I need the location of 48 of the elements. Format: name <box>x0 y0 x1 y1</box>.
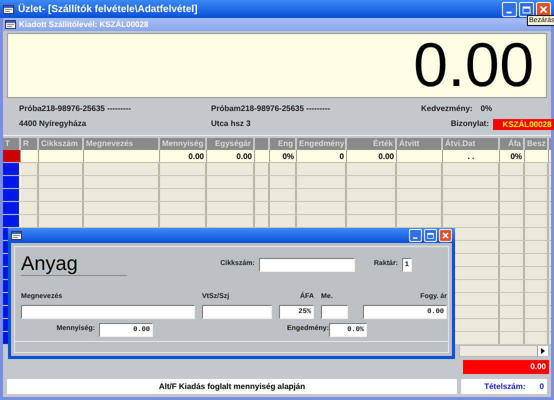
close-icon <box>540 5 548 13</box>
item-count: 0 <box>540 381 544 393</box>
input-field[interactable] <box>202 304 272 318</box>
total-amount: 0.00 <box>463 360 549 374</box>
minimize-button[interactable] <box>409 229 422 242</box>
table-cell: 0.00 <box>207 150 255 162</box>
partner-city: 4400 Nyíregyháza <box>19 118 88 130</box>
minimize-icon <box>412 237 418 239</box>
scrollbar[interactable] <box>459 345 549 357</box>
partner-code: Próba218-98976-25635 --------- <box>19 103 132 115</box>
input-field[interactable] <box>21 304 195 318</box>
empty-table-row[interactable] <box>3 202 551 215</box>
window-title: Üzlet- [Szállítók felvétele\Adatfelvétel] <box>18 2 198 16</box>
table-cell: 0.00 <box>347 150 397 162</box>
window-icon <box>11 231 22 240</box>
status-hint: Alt/F Kiadás foglalt mennyiség alapján <box>7 379 457 394</box>
minimize-button[interactable] <box>502 2 517 16</box>
discount-label: Kedvezmény: <box>421 103 473 115</box>
minimize-icon <box>506 11 512 13</box>
document-window-title: Kiadott Szállítólevél: KSZÁL00028 <box>19 18 148 30</box>
empty-table-row[interactable] <box>3 189 551 202</box>
table-cell: 0% <box>270 150 297 162</box>
document-number: KSZÁL00028 <box>493 118 554 130</box>
close-button[interactable] <box>536 2 551 16</box>
empty-table-row[interactable] <box>3 163 551 176</box>
input-field[interactable] <box>258 258 355 272</box>
item-count-label: Tételszám: <box>484 381 526 393</box>
table-cell: 0 <box>297 150 347 162</box>
window-icon <box>3 4 14 14</box>
maximize-icon <box>522 6 530 13</box>
row-marker[interactable] <box>3 150 21 162</box>
empty-table-row[interactable] <box>3 176 551 189</box>
close-icon <box>442 232 449 239</box>
partner-street: Utca hsz 3 <box>211 118 252 130</box>
dialog-heading: Anyag <box>21 253 127 276</box>
table-cell: 0% <box>500 150 525 162</box>
document-label: Bizonylat: <box>450 118 489 130</box>
window-icon <box>5 20 16 29</box>
table-cell: . . <box>443 150 500 162</box>
partner-code: Próbam218-98976-25635 --------- <box>211 103 332 115</box>
input-field[interactable] <box>321 304 348 318</box>
table-cell: 0.00 <box>160 150 207 162</box>
restore-button[interactable] <box>519 2 534 16</box>
amount-text: 0.00 <box>413 34 534 96</box>
arrow-right-icon[interactable] <box>541 348 545 354</box>
maximize-icon <box>427 232 434 239</box>
empty-table-row[interactable] <box>3 215 551 228</box>
discount-value: 0% <box>480 103 492 115</box>
